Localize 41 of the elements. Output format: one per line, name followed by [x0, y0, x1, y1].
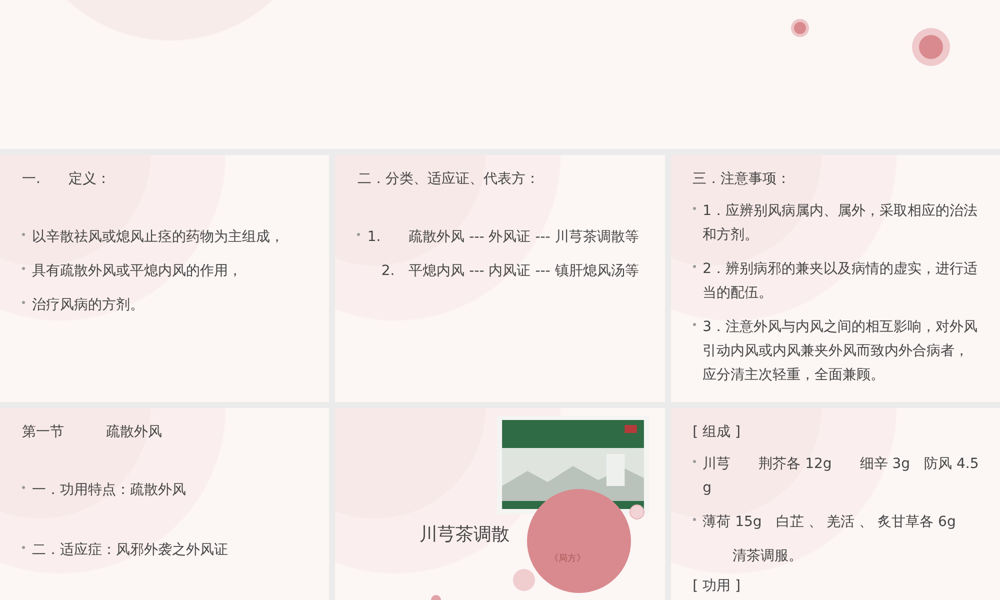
slide[interactable]: 第一节 疏散外风 一．功用特点：疏散外风 二．适应症：风邪外袭之外风证	[0, 408, 330, 600]
bullet-text: 2．辨别病邪的兼夹以及病情的虚实，进行适当的配伍。	[702, 260, 979, 303]
bullet-text: 治疗风病的方剂。	[32, 296, 144, 315]
bullet-text: 1. 疏散外风 --- 外风证 --- 川芎茶调散等	[367, 228, 639, 247]
slide[interactable]: 一. 定义： 以辛散祛风或熄风止痉的药物为主组成， 具有疏散外风或平熄内风的作用， 治疗风病的方剂。	[0, 155, 330, 402]
bullet-icon	[22, 486, 25, 489]
dot-decoration	[790, 18, 810, 38]
bullet-text: 一．功用特点：疏散外风	[32, 481, 186, 500]
slide-heading: 三．注意事项：	[692, 170, 792, 189]
bullet-icon	[692, 518, 696, 521]
slide[interactable]: 川芎茶调散 《局方》	[335, 408, 665, 600]
slide[interactable]: [ 组成 ] 川芎 荆芥各 12g 细辛 3g 防风 4.5 g 薄荷 15g 白芷 、 羌活 、 炙甘草各 6g 清茶调服。 [ 功用 ]	[670, 408, 1000, 600]
dot-decoration	[911, 27, 951, 67]
bullet-text: 1．应辨别风病属内、属外，采取相应的治法和方剂。	[702, 202, 979, 245]
source-text: 《局方》	[549, 552, 586, 565]
list-text: 2. 平熄内风 --- 内风证 --- 镇肝熄风汤等	[380, 262, 640, 281]
bullet-icon	[692, 323, 696, 326]
bullet-icon	[22, 301, 25, 304]
bullet-text: 3．注意外风与内风之间的相互影响，对外风引动内风或内风兼夹外风而致内外合病者，应分清主次轻重，全面兼顾。	[702, 318, 979, 385]
bullet-icon	[22, 546, 25, 549]
bullet-icon	[22, 267, 25, 270]
slide[interactable]: 三．注意事项： 1．应辨别风病属内、属外，采取相应的治法和方剂。 2．辨别病邪的兼夹以及病情的虚实，进行适当的配伍。 3．注意外风与内风之间的相互影响，对外风引动内风或内风兼夹外风而致内外合病者，应分清主次轻重，全面兼顾。	[670, 155, 1000, 402]
slide-heading: 二．分类、适应证、代表方：	[357, 170, 540, 189]
bullet-text: 薄荷 15g 白芷 、 羌活 、 炙甘草各 6g	[702, 513, 956, 532]
bullet-text: 以辛散祛风或熄风止痉的药物为主组成，	[32, 228, 284, 247]
slide[interactable]	[0, 0, 1000, 149]
bullet-icon	[22, 233, 25, 236]
slide-heading: 一. 定义：	[22, 170, 112, 189]
slide-heading: 第一节 疏散外风	[22, 423, 163, 442]
slide-title: 川芎茶调散	[419, 523, 510, 546]
list-text: 清茶调服。	[732, 547, 804, 566]
bullet-text: 具有疏散外风或平熄内风的作用，	[32, 262, 242, 281]
bullet-icon	[692, 265, 696, 268]
slide[interactable]: 二．分类、适应证、代表方： 1. 疏散外风 --- 外风证 --- 川芎茶调散等 2. 平熄内风 --- 内风证 --- 镇肝熄风汤等	[335, 155, 665, 402]
slide-heading: [ 功用 ]	[692, 577, 742, 596]
bullet-icon	[357, 233, 360, 236]
bullet-text: 二．适应症：风邪外袭之外风证	[32, 541, 228, 560]
slide-heading: [ 组成 ]	[692, 423, 742, 442]
bullet-icon	[692, 460, 696, 463]
bullet-icon	[692, 207, 696, 210]
bullet-text: 川芎 荆芥各 12g 细辛 3g 防风 4.5 g	[702, 455, 980, 498]
